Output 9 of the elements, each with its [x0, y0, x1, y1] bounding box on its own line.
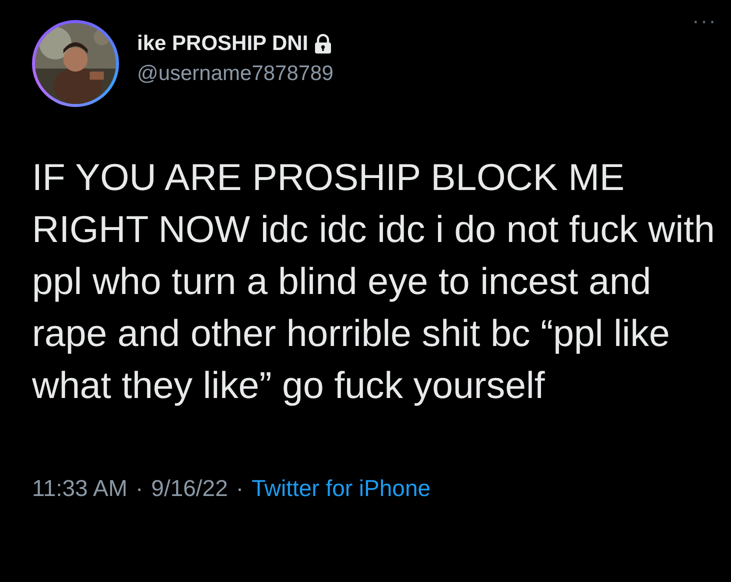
- tweet-time: 11:33 AM: [32, 475, 128, 502]
- more-button[interactable]: ···: [692, 8, 717, 34]
- tweet-text: IF YOU ARE PROSHIP BLOCK ME RIGHT NOW idc idc idc i do not fuck with ppl who turn a blind eye to incest and rape and other horrible shit bc “ppl like what they like” go fuck yourself: [32, 155, 716, 408]
- display-name: ike PROSHIP DNI: [137, 32, 308, 56]
- tweet-date: 9/16/22: [151, 475, 228, 502]
- separator: ·: [236, 475, 244, 502]
- source-link[interactable]: Twitter for iPhone: [252, 475, 431, 502]
- separator: ·: [135, 475, 144, 502]
- username: @username7878789: [137, 62, 334, 86]
